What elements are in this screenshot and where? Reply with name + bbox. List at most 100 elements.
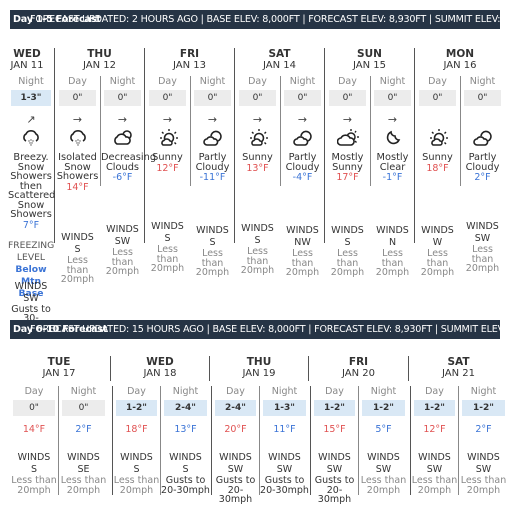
period-label: Night xyxy=(70,386,97,397)
winds-label: WINDS xyxy=(14,280,48,292)
winds-block: WINDS SW Gusts to 20-30mph xyxy=(311,451,358,505)
day-name: MON xyxy=(445,48,475,60)
period-label: Night xyxy=(470,386,497,397)
winds-block: WINDS N Less than 20mph xyxy=(371,224,414,278)
day-date: JAN 13 xyxy=(173,60,206,71)
temperature: -1°F xyxy=(382,172,403,183)
winds-label: WINDS xyxy=(17,452,51,463)
day-column: TUE JAN 17 xyxy=(8,356,110,381)
weather-condition: Isolated Snow Showers xyxy=(56,152,99,182)
temperature: 13°F xyxy=(246,162,269,174)
wind-arrow-icon: → xyxy=(297,113,308,126)
sunny-icon xyxy=(146,127,189,149)
mostly-sunny-icon xyxy=(326,127,369,149)
forecast-period: Day 2-4" 20°F WINDS SW Gusts to 20-30mph xyxy=(211,386,259,504)
snow-showers-icon xyxy=(8,127,54,149)
wind-arrow-icon xyxy=(416,113,459,127)
winds-label: WINDS xyxy=(196,225,229,236)
wind-direction: SW xyxy=(23,292,39,304)
partly-cloudy-night-icon xyxy=(191,127,234,149)
wind-speed: Less than 20mph xyxy=(375,248,410,278)
day-date: JAN 18 xyxy=(143,368,177,379)
temperature: 15°F xyxy=(323,424,346,435)
wind-speed: Gusts to 20-30mph xyxy=(161,475,210,496)
day-date: JAN 17 xyxy=(42,368,76,379)
winds-label: WINDS xyxy=(421,225,454,236)
period-label: Night xyxy=(271,386,298,397)
wind-arrow-icon: → xyxy=(342,113,353,126)
weather-condition: Mostly Clear xyxy=(376,152,409,173)
winds-label: WINDS xyxy=(367,452,400,463)
period-label: Night xyxy=(172,386,199,397)
winds-label: WINDS xyxy=(268,452,301,463)
snow-amount: 1-3" xyxy=(11,90,51,106)
winds-block: WINDS W Less than 20mph xyxy=(416,224,459,278)
winds-label: WINDS xyxy=(61,232,94,243)
snow-amount: 1-2" xyxy=(314,400,355,416)
snow-amount: 1-2" xyxy=(116,400,157,416)
snow-amount: 2-4" xyxy=(215,400,256,416)
forecast-period: Day 1-2" 12°F WINDS SW Less than 20mph xyxy=(410,386,458,495)
forecast-2-title: Day 6-10 Forecast xyxy=(13,324,108,335)
wind-speed: Gusts to 20-30mph xyxy=(260,475,309,496)
winds-block: WINDS S Less than 20mph xyxy=(326,224,369,278)
day-date: JAN 14 xyxy=(263,60,296,71)
snow-amount: 1-2" xyxy=(362,400,405,416)
wind-speed: Less than 20mph xyxy=(330,248,365,278)
weather-condition: Sunny xyxy=(242,152,273,163)
wind-arrow-icon: → xyxy=(117,113,128,126)
temperature: 5°F xyxy=(375,424,392,435)
weather-condition: Partly Cloudy xyxy=(285,152,320,173)
day-name: SAT xyxy=(447,356,470,368)
wind-speed: Less than 20mph xyxy=(420,248,455,278)
day-date: JAN 11 xyxy=(10,60,44,71)
winds-label: WINDS xyxy=(331,225,364,236)
temperature: 12°F xyxy=(423,424,446,435)
period-label: Day xyxy=(68,76,87,87)
day-name: SUN xyxy=(357,48,382,60)
snow-amount: 0" xyxy=(194,90,231,106)
winds-block: WINDS NW Less than 20mph xyxy=(281,224,324,278)
period-label: Night xyxy=(18,76,44,87)
period-label: Night xyxy=(289,76,316,87)
period-label: Day xyxy=(425,386,444,397)
winds-label: WINDS xyxy=(106,224,139,235)
period-label: Night xyxy=(469,76,496,87)
wind-speed: Less than 20mph xyxy=(113,475,160,496)
period-label: Night xyxy=(199,76,226,87)
wind-arrow-icon: → xyxy=(72,113,83,126)
snow-amount: 0" xyxy=(59,90,96,106)
winds-block: WINDS SW Gusts to 20-30mph xyxy=(260,451,309,495)
winds-block: WINDS S Less than 20mph xyxy=(10,451,58,495)
wind-arrow-icon: → xyxy=(387,113,398,126)
snow-amount: 0" xyxy=(149,90,186,106)
snow-amount: 0" xyxy=(464,90,501,106)
forecast-period: Night 1-2" 2°F WINDS SW Less than 20mph xyxy=(458,386,508,495)
forecast-period: Night 1-3" 11°F WINDS SW Gusts to 20-30mph xyxy=(259,386,309,495)
weather-condition: Partly Cloudy xyxy=(195,152,230,173)
period-label: Night xyxy=(109,76,136,87)
winds-label: WINDS xyxy=(376,225,409,236)
day-date: JAN 19 xyxy=(242,368,276,379)
day-name: THU xyxy=(246,356,272,368)
temperature: 18°F xyxy=(125,424,148,435)
snow-amount: 0" xyxy=(62,400,105,416)
winds-label: WINDS xyxy=(241,223,274,234)
partly-cloudy-night-icon xyxy=(281,127,324,149)
temperature: 13°F xyxy=(174,424,197,435)
temperature: 2°F xyxy=(475,424,492,435)
forecast-period: Night 0" → Mostly Clear -1°F WINDS N Less than … xyxy=(370,76,414,277)
winds-label: WINDS xyxy=(466,221,499,232)
wind-speed: Gusts to 20-30mph xyxy=(215,475,256,505)
forecast-2-header: FORECAST UPDATED: 15 HOURS AGO | BASE EL… xyxy=(10,320,500,339)
temperature: 11°F xyxy=(273,424,296,435)
forecast-period: Night 2-4" 13°F WINDS S Gusts to 20-30mph xyxy=(160,386,210,495)
wind-speed: Less than 20mph xyxy=(240,246,275,276)
period-label: Night xyxy=(379,76,406,87)
forecast-period: Day 0" → Isolated Snow Showers 14°F WINDS S Les… xyxy=(56,76,99,284)
wind-speed: Less than 20mph xyxy=(465,244,500,274)
wind-arrow-icon: → xyxy=(162,113,173,126)
day-date: JAN 15 xyxy=(353,60,386,71)
forecast-period: Night 0" 2°F WINDS SE Less than 20mph xyxy=(58,386,108,495)
snow-amount: 0" xyxy=(419,90,456,106)
